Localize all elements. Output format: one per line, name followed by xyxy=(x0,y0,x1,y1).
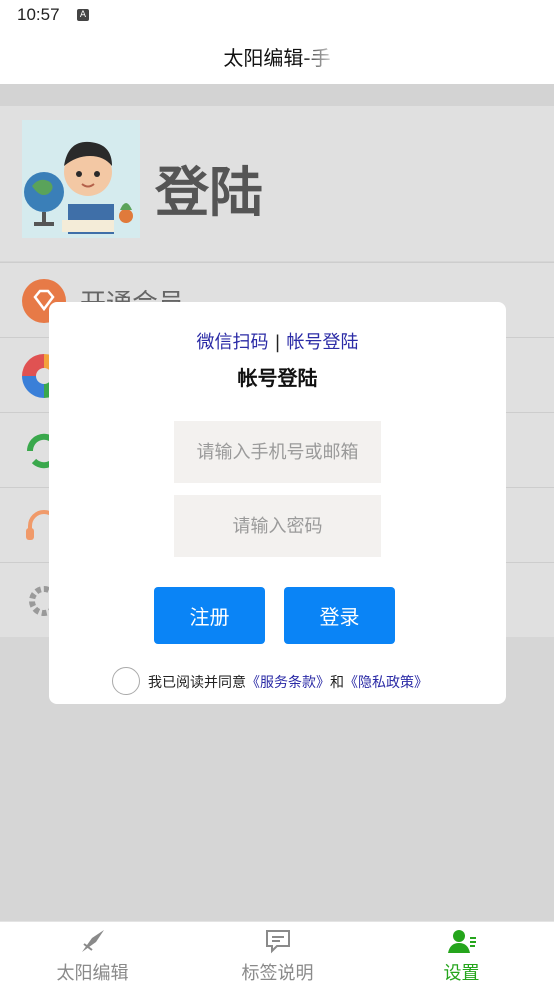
page-title: 太阳编辑-手 xyxy=(223,46,331,70)
agreement-text: 我已阅读并同意《服务条款》和《隐私政策》 xyxy=(148,672,428,692)
privacy-link[interactable]: 《隐私政策》 xyxy=(344,675,428,691)
tab-label: 设置 xyxy=(443,963,480,984)
title-bar: 太阳编辑-手 xyxy=(0,30,554,84)
profile-header[interactable]: 登陆 xyxy=(0,106,554,261)
chat-bubble-icon xyxy=(263,928,293,954)
tab-label: 标签说明 xyxy=(241,963,314,984)
agree-prefix: 我已阅读并同意 xyxy=(148,675,246,691)
wechat-scan-link[interactable]: 微信扫码 xyxy=(196,332,268,353)
phone-email-input[interactable] xyxy=(174,421,381,483)
avatar[interactable] xyxy=(22,120,140,238)
and-text: 和 xyxy=(330,675,344,691)
title-fade xyxy=(300,30,370,84)
login-button[interactable]: 登录 xyxy=(284,587,395,644)
tab-label: 太阳编辑 xyxy=(56,963,129,984)
link-separator: | xyxy=(274,332,281,353)
tab-tag-help[interactable]: 标签说明 xyxy=(185,922,370,985)
login-dialog: 微信扫码 | 帐号登陆 帐号登陆 注册 登录 我已阅读并同意《服务条款》和《隐私政策… xyxy=(49,302,506,704)
register-button[interactable]: 注册 xyxy=(154,587,265,644)
user-settings-icon xyxy=(447,928,477,954)
status-bar: 10:57 A xyxy=(0,0,554,30)
bottom-tab-bar: 太阳编辑 标签说明 设置 xyxy=(0,921,554,985)
terms-link[interactable]: 《服务条款》 xyxy=(246,675,330,691)
login-title[interactable]: 登陆 xyxy=(155,148,263,227)
login-mode-links: 微信扫码 | 帐号登陆 xyxy=(49,328,506,354)
dialog-title: 帐号登陆 xyxy=(237,366,318,390)
section-gap xyxy=(0,84,554,106)
tab-settings[interactable]: 设置 xyxy=(369,922,554,985)
status-time: 10:57 xyxy=(17,5,60,24)
pen-nib-icon xyxy=(78,928,108,954)
account-login-link[interactable]: 帐号登陆 xyxy=(287,332,359,353)
a-notification-icon: A xyxy=(77,9,89,21)
tab-editor[interactable]: 太阳编辑 xyxy=(0,922,185,985)
password-input[interactable] xyxy=(174,495,381,557)
agree-checkbox[interactable] xyxy=(112,667,140,695)
